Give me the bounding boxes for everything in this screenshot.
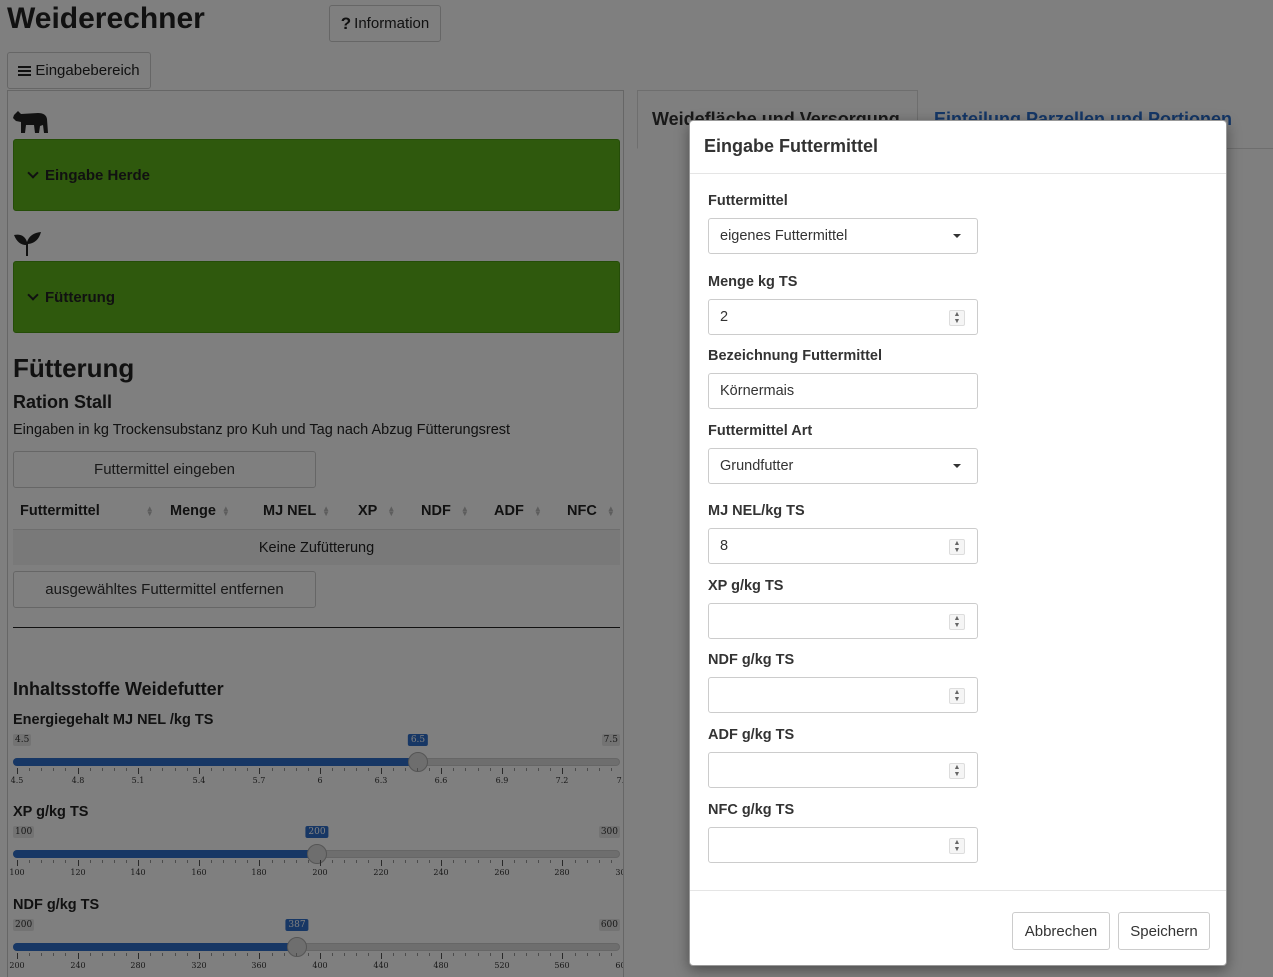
xp-input[interactable]: ▲ ▼ [708, 603, 978, 639]
amount-input[interactable]: 2 ▲ ▼ [708, 299, 978, 335]
spinner-icon[interactable]: ▲ ▼ [949, 539, 965, 555]
feed-type-select[interactable]: Grundfutter [708, 448, 978, 484]
ndf-label: NDF g/kg TS [708, 652, 795, 668]
xp-label: XP g/kg TS [708, 578, 784, 594]
adf-input[interactable]: ▲ ▼ [708, 752, 978, 788]
adf-group: ADF g/kg TS ▲ ▼ [708, 727, 978, 788]
spinner-icon[interactable]: ▲ ▼ [949, 763, 965, 779]
feed-name-input[interactable]: Körnermais [708, 373, 978, 409]
nfc-label: NFC g/kg TS [708, 802, 795, 818]
mj-nel-input[interactable]: 8 ▲ ▼ [708, 528, 978, 564]
feed-input-modal: Eingabe Futtermittel Futtermittel eigene… [689, 120, 1227, 966]
feed-type-group: Futtermittel Art Grundfutter [708, 423, 978, 484]
adf-label: ADF g/kg TS [708, 727, 795, 743]
feed-select-group: Futtermittel eigenes Futtermittel [708, 193, 978, 254]
ndf-group: NDF g/kg TS ▲ ▼ [708, 652, 978, 713]
caret-down-icon [953, 464, 961, 468]
feed-select-label: Futtermittel [708, 193, 788, 209]
nfc-input[interactable]: ▲ ▼ [708, 827, 978, 863]
cancel-button[interactable]: Abbrechen [1012, 912, 1110, 950]
mj-nel-group: MJ NEL/kg TS 8 ▲ ▼ [708, 503, 978, 564]
feed-name-label: Bezeichnung Futtermittel [708, 348, 883, 364]
save-button[interactable]: Speichern [1118, 912, 1210, 950]
nfc-group: NFC g/kg TS ▲ ▼ [708, 802, 978, 863]
spinner-icon[interactable]: ▲ ▼ [949, 838, 965, 854]
spinner-icon[interactable]: ▲ ▼ [949, 614, 965, 630]
modal-title: Eingabe Futtermittel [690, 121, 1226, 174]
feed-select[interactable]: eigenes Futtermittel [708, 218, 978, 254]
feed-type-label: Futtermittel Art [708, 423, 813, 439]
ndf-input[interactable]: ▲ ▼ [708, 677, 978, 713]
amount-group: Menge kg TS 2 ▲ ▼ [708, 274, 978, 335]
xp-group: XP g/kg TS ▲ ▼ [708, 578, 978, 639]
spinner-icon[interactable]: ▲ ▼ [949, 688, 965, 704]
spinner-icon[interactable]: ▲ ▼ [949, 310, 965, 326]
caret-down-icon [953, 234, 961, 238]
mj-nel-label: MJ NEL/kg TS [708, 503, 805, 519]
amount-label: Menge kg TS [708, 274, 798, 290]
feed-name-group: Bezeichnung Futtermittel Körnermais [708, 348, 978, 409]
